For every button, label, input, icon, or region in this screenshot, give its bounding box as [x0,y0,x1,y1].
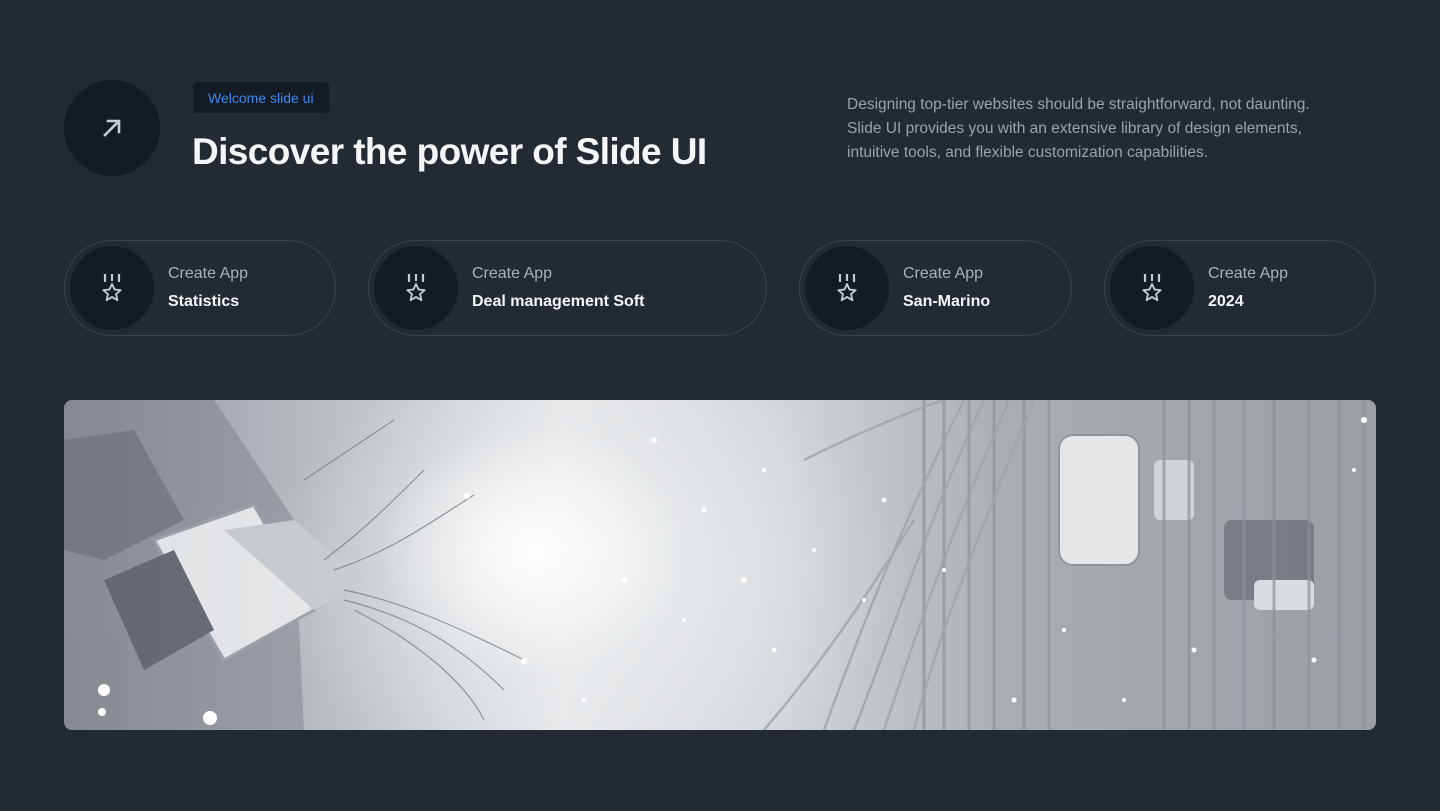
card-value: San-Marino [903,293,991,310]
medal-icon-circle [70,246,154,330]
page-title: Discover the power of Slide UI [192,131,707,172]
create-app-card-2024[interactable]: Create App 2024 [1104,240,1376,336]
create-app-card-san-marino[interactable]: Create App San-Marino [799,240,1072,336]
card-value: 2024 [1208,293,1244,310]
medal-icon-circle [374,246,458,330]
medal-star-icon [1142,274,1162,302]
hero-arrow-button[interactable] [64,80,160,176]
medal-star-icon [102,274,122,302]
medal-icon-circle [805,246,889,330]
description-line: Designing top-tier websites should be st… [847,96,1310,113]
arrow-up-right-icon [103,119,121,137]
left-machine [64,400,364,730]
welcome-badge: Welcome slide ui [193,82,329,113]
medal-star-icon [837,274,857,302]
hero-banner-image [64,400,1376,730]
card-value: Deal management Soft [472,293,645,310]
right-machine [1058,434,1314,610]
banner-illustration [64,400,1367,730]
card-label: Create App [1208,265,1289,282]
card-label: Create App [472,265,553,282]
create-app-card-deal-management[interactable]: Create App Deal management Soft [368,240,767,336]
header-description: Designing top-tier websites should be st… [847,93,1387,165]
card-label: Create App [168,265,249,282]
description-line: Slide UI provides you with an extensive … [847,120,1302,137]
medal-star-icon [406,274,426,302]
create-app-card-statistics[interactable]: Create App Statistics [64,240,336,336]
card-value: Statistics [168,293,240,310]
description-line: intuitive tools, and flexible customizat… [847,144,1208,161]
medal-icon-circle [1110,246,1194,330]
card-label: Create App [903,265,984,282]
